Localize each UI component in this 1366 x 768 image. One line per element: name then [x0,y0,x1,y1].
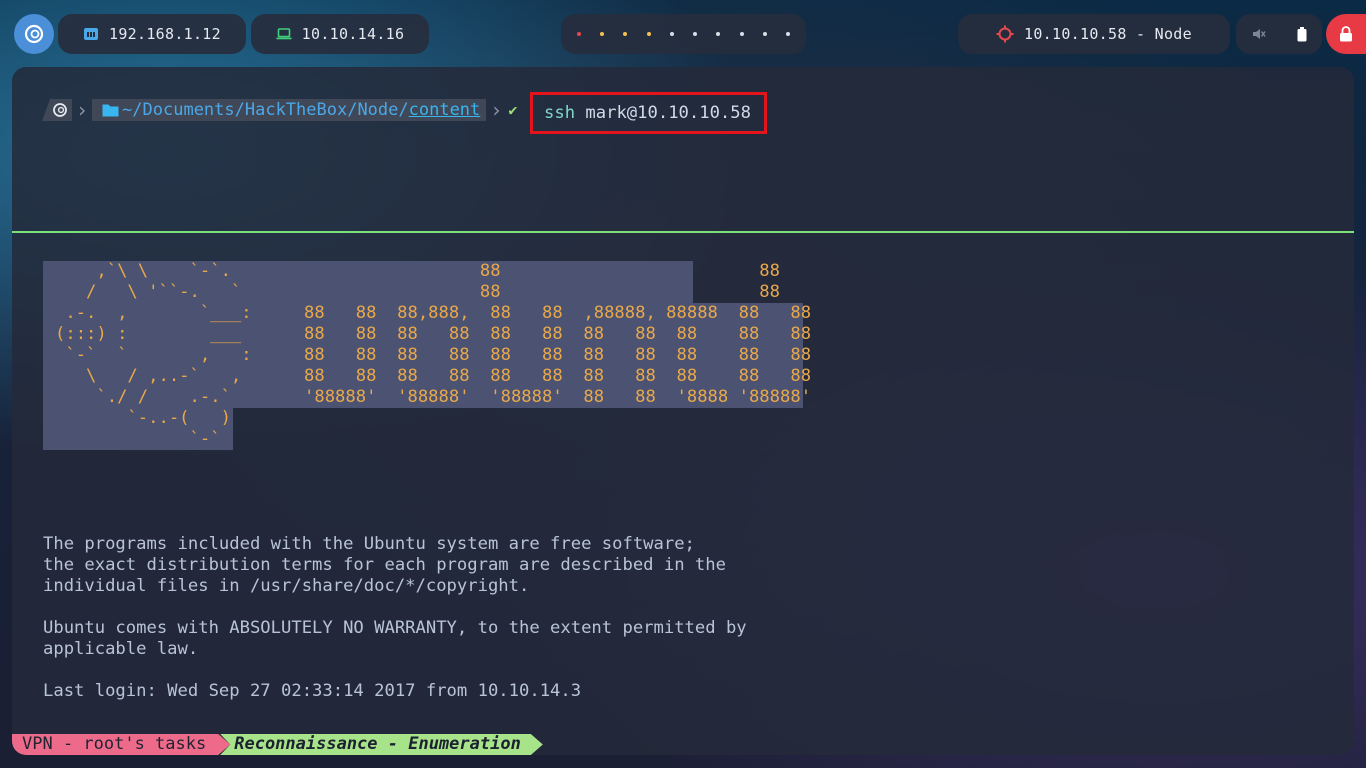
distro-logo-button[interactable] [14,14,54,54]
shell-prompt: › ~/Documents/HackTheBox/Node/content › … [42,98,527,122]
ascii-banner-line: 88 88 88 88 88 88 88 88 88 88 88 [304,345,812,365]
workspace-dot-8[interactable] [739,32,744,36]
workspace-dot-10[interactable] [786,32,791,36]
host-ip-widget[interactable]: 192.168.1.12 [58,14,246,54]
motd-line: the exact distribution terms for each pr… [43,555,726,575]
ascii-key-line: / \ '``-. ` [55,282,242,302]
workspace-dot-6[interactable] [693,32,698,36]
workspace-dot-5[interactable] [669,32,674,36]
ascii-key-line: `./ / .-.` [55,387,231,407]
debian-swirl-icon [53,103,67,117]
motd-line: applicable law. [43,639,199,659]
debian-swirl-icon [24,24,44,44]
workspace-dot-1[interactable] [576,32,581,36]
ascii-key-line: ,`\ \ `-`. [55,261,231,281]
motd-line: The programs included with the Ubuntu sy… [43,534,695,554]
ascii-key-line: .-. , `___: [55,303,252,323]
exit-ok-icon: ✔ [508,101,518,119]
ascii-key-line: (:::) : ___ [55,324,242,344]
lock-icon [1340,26,1352,42]
workspace-switcher[interactable] [561,14,806,54]
prompt-separator-icon: › [76,98,89,122]
ascii-key-line: \ / ,..-` , [55,366,242,386]
motd-line: individual files in /usr/share/doc/*/cop… [43,576,530,596]
tmux-session-label: VPN - root's tasks [12,734,230,755]
muted-speaker-icon[interactable] [1252,27,1266,41]
lock-screen-button[interactable] [1326,14,1366,54]
host-ip-label: 192.168.1.12 [109,25,221,43]
network-icon [84,28,98,40]
prompt-os-segment [42,99,72,121]
workspace-dot-2[interactable] [599,32,604,36]
ascii-banner-line: 88 88 88,888, 88 88 ,88888, 88888 88 88 [304,303,812,323]
command-name: ssh [544,103,576,123]
workspace-dot-9[interactable] [763,32,768,36]
vpn-ip-widget[interactable]: 10.10.14.16 [251,14,429,54]
ascii-banner-line: 88 88 88 88 88 88 88 88 88 88 88 [304,324,812,344]
terminal-window[interactable]: › ~/Documents/HackTheBox/Node/content › … [12,67,1354,755]
target-label: 10.10.10.58 - Node [1024,25,1192,43]
terminal-divider [12,231,1354,233]
ascii-key-line: `-` [55,429,221,449]
prompt-path-segment: ~/Documents/HackTheBox/Node/content [92,99,487,121]
workspace-dot-4[interactable] [646,32,651,36]
workspace-dot-7[interactable] [716,32,721,36]
tmux-status-bar: VPN - root's tasks Reconnaissance - Enum… [12,734,543,755]
target-widget[interactable]: 10.10.10.58 - Node [958,14,1230,54]
crosshair-icon [996,25,1014,43]
system-tray[interactable] [1236,14,1322,54]
ascii-banner-line: 88 88 [304,282,780,302]
workspace-dot-3[interactable] [623,32,628,36]
ascii-key-line: `-` ` , : [55,345,252,365]
motd-line: Last login: Wed Sep 27 02:33:14 2017 fro… [43,681,582,701]
prompt-separator-icon: › [490,98,503,122]
laptop-icon [276,28,292,40]
ascii-key-line: `-..-( ) [55,408,231,428]
ascii-banner-line: 88 88 88 88 88 88 88 88 88 88 88 [304,366,812,386]
tmux-window-label: Reconnaissance - Enumeration [220,734,543,755]
vpn-ip-label: 10.10.14.16 [301,25,405,43]
highlighted-command: ssh mark@10.10.10.58 [530,92,767,134]
prompt-path-prefix: ~/Documents/HackTheBox/Node/ [122,100,409,120]
ascii-banner-line: '88888' '88888' '88888' 88 88 '8888 '888… [304,387,812,407]
prompt-path-current: content [408,100,481,120]
motd-line: Ubuntu comes with ABSOLUTELY NO WARRANTY… [43,618,747,638]
folder-icon [102,104,119,117]
battery-icon[interactable] [1297,26,1307,42]
ascii-banner-line: 88 88 [304,261,780,281]
command-args: mark@10.10.10.58 [585,103,751,123]
